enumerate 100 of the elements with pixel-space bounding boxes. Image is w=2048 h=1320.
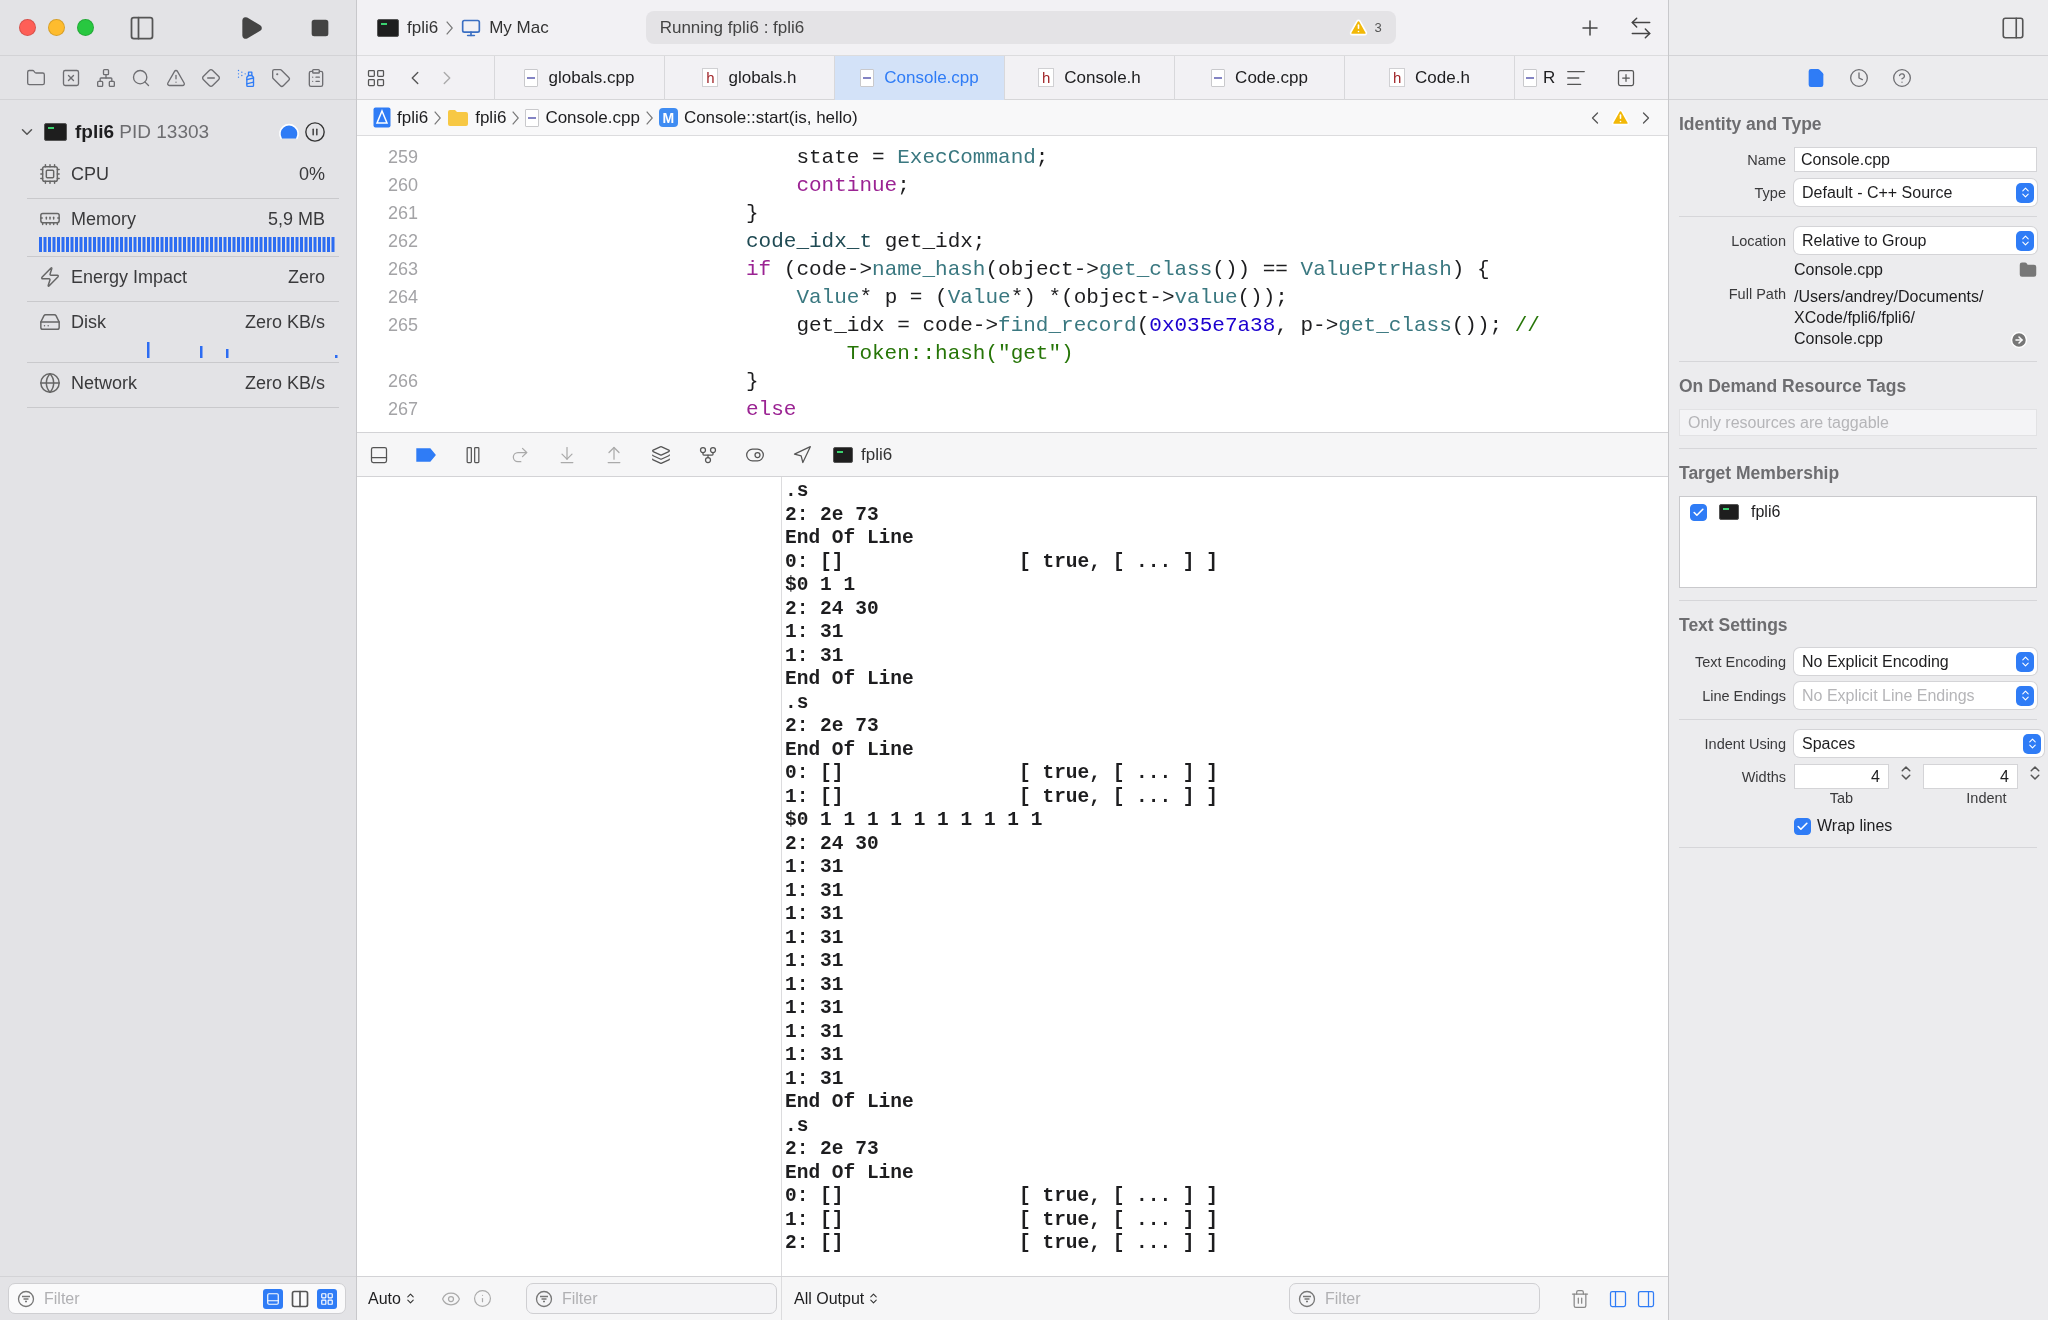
line-number: 265 [386,314,418,336]
line-number: 267 [386,398,418,420]
scheme-name[interactable]: fpli6 [407,17,439,38]
line-number: 259 [386,146,418,168]
console-line: 0: [] [ true, [ ... ] ] [785,762,1219,786]
layers-icon[interactable] [651,444,671,465]
trash-icon[interactable] [1570,1288,1590,1309]
field-label: Text Encoding [1693,653,1786,670]
full-path: /Users/andrey/Documents/XCode/fpli6/fpli6/Console.cpp [1794,287,1985,349]
editor-tab[interactable]: h Console.h [1004,55,1174,100]
terminal-icon [833,446,853,463]
filter-field[interactable]: Filter [8,1283,346,1314]
variables-filter-field[interactable]: Filter [525,1283,777,1314]
graph-icon[interactable] [698,444,718,465]
pause-circle-icon[interactable] [304,121,326,143]
line-number: 261 [386,202,418,224]
encoding-select[interactable]: No Explicit Encoding [1794,648,2037,675]
destination-name[interactable]: My Mac [489,17,549,38]
x-square-icon[interactable] [61,67,81,88]
left-pane-icon[interactable] [1608,1288,1628,1309]
editor-tab[interactable]: h Code.h [1344,55,1514,100]
line-number: 266 [386,370,418,392]
breadcrumb-item[interactable]: Console.cpp [545,107,640,128]
breakpoint-icon[interactable] [416,447,436,462]
name-field[interactable]: Console.cpp [1794,147,2037,172]
columns-icon[interactable] [290,1288,310,1309]
file-icon[interactable] [1806,67,1826,88]
search-icon[interactable] [131,67,151,88]
right-pane-icon[interactable] [1636,1288,1656,1309]
location-select[interactable]: Relative to Group [1794,227,2037,254]
scope-dropdown[interactable]: Auto [368,1289,417,1308]
gauge-value: 0% [299,163,325,185]
checkbox[interactable] [1794,817,1811,835]
location-arrow-icon[interactable] [792,444,812,465]
breadcrumb-item[interactable]: Console::start(is, hello) [683,107,858,128]
console-line: 1: 31 [785,926,845,950]
diamond-icon[interactable] [201,67,221,88]
hierarchy-icon[interactable] [96,67,116,88]
monitor-icon [461,17,482,38]
output-dropdown[interactable]: All Output [794,1289,881,1308]
gauge-label[interactable]: Energy Impact [71,266,278,288]
line-number: 264 [386,286,418,308]
checkbox[interactable] [1690,503,1707,521]
gauge-label[interactable]: Disk [71,311,235,333]
info-icon[interactable] [472,1289,492,1308]
zoom-button[interactable] [77,19,94,36]
type-select[interactable]: Default - C++ Source [1794,179,2037,206]
filter-input[interactable]: Filter [42,1288,256,1309]
editor-tab[interactable]: Code.cpp [1174,55,1344,100]
gauge-label[interactable]: Network [71,372,235,394]
console-line: 1: 31 [785,856,845,880]
help-icon[interactable] [1892,67,1912,88]
clock-icon[interactable] [1849,67,1869,88]
gauge-label[interactable]: Memory [71,208,258,230]
console-line: End Of Line [785,668,915,692]
tab-width-field[interactable]: 4 [1794,764,1889,789]
chevron-icon [645,110,653,125]
code-line: Token::hash("get") [845,341,1074,365]
chevron-icon [512,110,520,125]
section-title: Text Settings [1679,615,1789,636]
line-number: 262 [386,230,418,252]
grid-icon[interactable] [366,67,386,88]
hide-debug-area-icon[interactable] [369,444,389,465]
code-line: if (code->name_hash(object->get_class()) == ValuePtrHash) { [746,257,1490,281]
grid-view-icon[interactable] [317,1288,337,1309]
breadcrumb-item[interactable]: fpli6 [475,107,507,128]
chevron-icon [434,110,442,125]
console-filter-field[interactable]: Filter [1289,1283,1540,1314]
inspector-toggle-icon[interactable] [2000,14,2026,41]
gauge-label[interactable]: CPU [71,163,289,185]
spray-can-icon[interactable] [236,67,256,88]
field-label: Full Path [1727,286,1786,302]
indent-select[interactable]: Spaces [1794,730,2044,757]
filter-input[interactable]: Filter [1323,1288,1531,1309]
breadcrumb-item[interactable]: fpli6 [397,107,429,128]
code-line: } [746,201,759,225]
gauge-value: Zero KB/s [244,311,325,333]
filter-input[interactable]: Filter [559,1288,768,1309]
console-line: End Of Line [785,738,915,762]
filter-icon [1298,1289,1316,1308]
indent-width-field[interactable]: 4 [1923,764,2018,789]
console-line: 2: 24 30 [785,832,880,856]
field-label: Type [1753,184,1786,201]
warning-icon[interactable] [166,67,186,88]
list-icon[interactable] [306,67,326,88]
stop-icon[interactable] [310,17,330,38]
header-file-badge: h [1389,68,1406,87]
editor-tab[interactable]: R [1514,55,1560,100]
folder-icon[interactable] [2019,261,2037,279]
close-button[interactable] [19,19,36,36]
tag-icon[interactable] [271,67,291,88]
chip-icon [39,163,61,185]
console-line: 1: [] [ true, [ ... ] ] [785,1208,1219,1232]
code-line: else [746,397,797,421]
editor-tab[interactable]: globals.cpp [494,55,664,100]
folder-icon[interactable] [26,67,46,88]
folder-icon [447,108,470,127]
code-line: } [746,369,759,393]
split-editor-icon[interactable] [1616,67,1636,88]
file-name: Console.cpp [1794,261,1884,279]
